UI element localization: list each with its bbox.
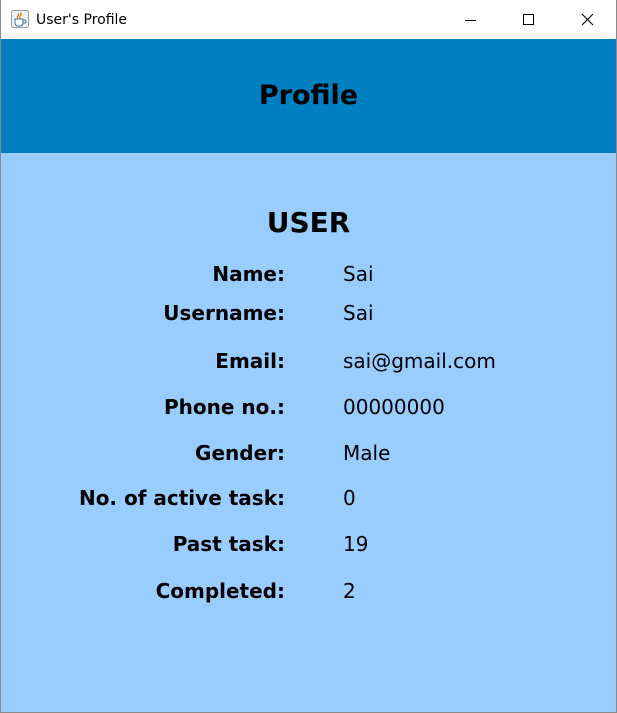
past-task-label: Past task: xyxy=(172,532,285,556)
window-title: User's Profile xyxy=(36,12,128,28)
completed-label: Completed: xyxy=(155,579,285,603)
active-task-value: 0 xyxy=(343,486,356,510)
java-coffee-icon[interactable] xyxy=(11,10,29,28)
username-label: Username: xyxy=(163,301,285,325)
close-icon xyxy=(581,13,594,26)
header-banner: Profile xyxy=(1,39,616,153)
email-value: sai@gmail.com xyxy=(343,349,496,373)
phone-label: Phone no.: xyxy=(164,395,285,419)
name-value: Sai xyxy=(343,262,374,286)
completed-value: 2 xyxy=(343,579,356,603)
active-task-label: No. of active task: xyxy=(78,486,285,510)
phone-value: 00000000 xyxy=(343,395,445,419)
gender-value: Male xyxy=(343,441,391,465)
name-label: Name: xyxy=(212,262,285,286)
email-label: Email: xyxy=(215,349,285,373)
title-bar[interactable]: User's Profile xyxy=(1,0,616,39)
section-title: USER xyxy=(266,206,351,239)
username-value: Sai xyxy=(343,301,374,325)
profile-window: User's Profile Profile USER Name: Sai Us… xyxy=(0,0,617,713)
minimize-button[interactable] xyxy=(442,0,500,39)
page-title: Profile xyxy=(258,80,359,111)
maximize-button[interactable] xyxy=(500,0,558,39)
minimize-icon xyxy=(465,20,476,21)
past-task-value: 19 xyxy=(343,532,369,556)
maximize-icon xyxy=(523,14,534,25)
close-button[interactable] xyxy=(558,0,616,39)
gender-label: Gender: xyxy=(195,441,285,465)
